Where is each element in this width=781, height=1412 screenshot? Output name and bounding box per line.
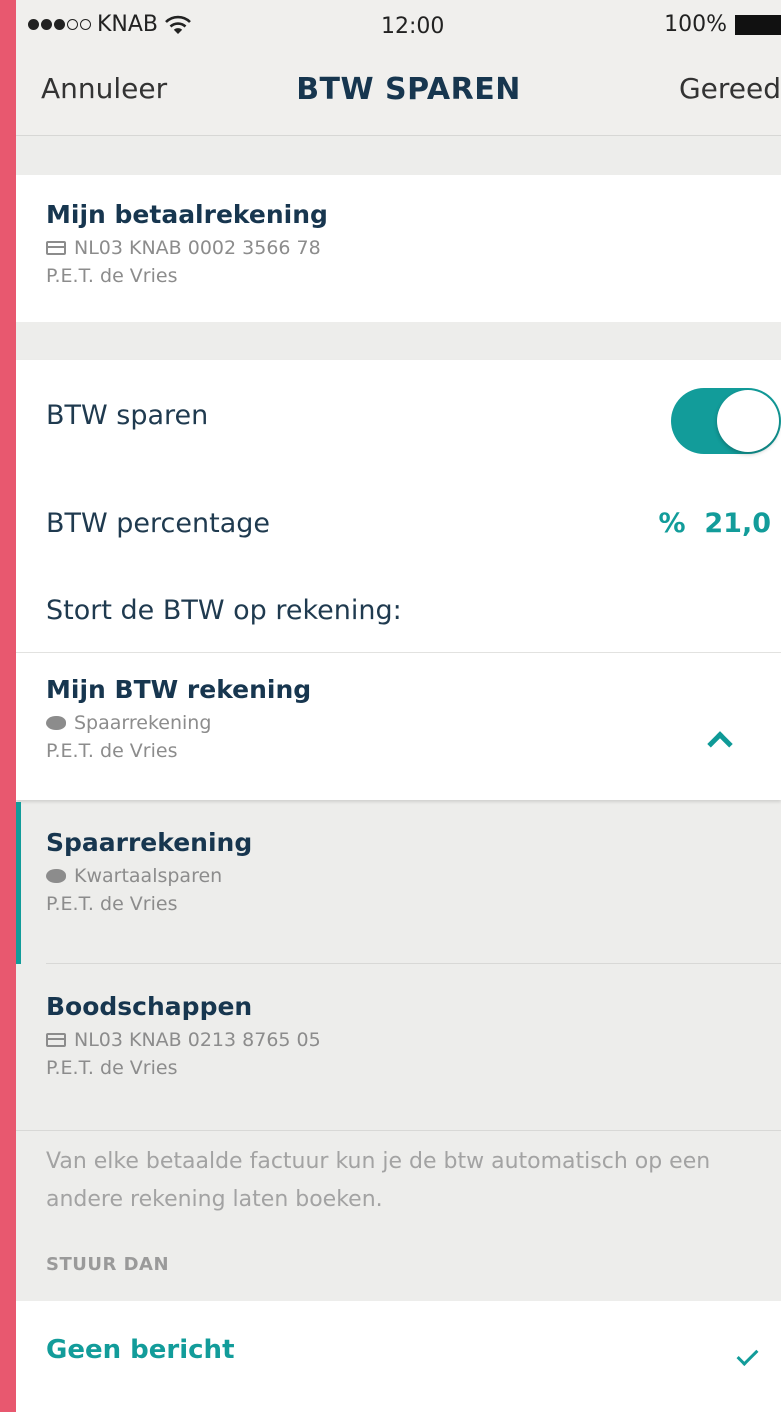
source-account-number-row: NL03 KNAB 0002 3566 78	[46, 237, 781, 259]
option-sub-row: NL03 KNAB 0213 8765 05	[46, 1029, 781, 1051]
wifi-icon	[165, 15, 191, 34]
btw-sparen-label: BTW sparen	[46, 400, 209, 431]
account-option-boodschappen[interactable]: Boodschappen NL03 KNAB 0213 8765 05 P.E.…	[16, 964, 781, 1130]
phone-screen: KNAB 12:00 100% Annuleer BTW SPAREN Gere…	[16, 0, 781, 1412]
target-account-selector[interactable]: Mijn BTW rekening Spaarrekening P.E.T. d…	[16, 653, 781, 800]
btw-percentage-value[interactable]: % 21,0	[659, 508, 772, 539]
option-sub: Kwartaalsparen	[74, 865, 223, 887]
target-account-owner: P.E.T. de Vries	[46, 740, 178, 762]
deposit-label: Stort de BTW op rekening:	[46, 595, 402, 626]
btw-sparen-toggle[interactable]	[671, 388, 781, 454]
clock: 12:00	[381, 14, 445, 39]
btw-percentage-label: BTW percentage	[46, 508, 271, 539]
piggy-bank-icon	[46, 716, 66, 730]
piggy-bank-icon	[46, 869, 66, 883]
option-sub: NL03 KNAB 0213 8765 05	[74, 1029, 321, 1051]
done-button[interactable]: Gereed	[679, 72, 781, 105]
notify-option-label: Geen bericht	[46, 1335, 235, 1365]
card-icon	[46, 1033, 66, 1047]
percent-sign: %	[658, 508, 686, 539]
option-owner: P.E.T. de Vries	[46, 893, 178, 915]
battery-percent: 100%	[664, 12, 727, 37]
source-account-number: NL03 KNAB 0002 3566 78	[74, 237, 321, 259]
percentage-number: 21,0	[704, 508, 771, 539]
target-account-type: Spaarrekening	[74, 712, 212, 734]
account-option-spaarrekening[interactable]: Spaarrekening Kwartaalsparen P.E.T. de V…	[16, 802, 781, 964]
status-bar: KNAB 12:00 100%	[16, 0, 781, 50]
signal-strength-icon	[28, 19, 91, 30]
option-title: Boodschappen	[46, 992, 253, 1021]
target-account-type-row: Spaarrekening	[46, 712, 781, 734]
option-owner: P.E.T. de Vries	[46, 1057, 178, 1079]
checkmark-icon	[736, 1344, 759, 1366]
battery-icon	[735, 14, 781, 35]
navigation-bar: Annuleer BTW SPAREN Gereed	[16, 50, 781, 136]
option-sub-row: Kwartaalsparen	[46, 865, 781, 887]
section-label-stuur-dan: STUUR DAN	[46, 1254, 170, 1275]
divider	[16, 1130, 781, 1131]
info-text: Van elke betaalde factuur kun je de btw …	[46, 1149, 711, 1212]
page-title: BTW SPAREN	[296, 72, 521, 107]
carrier-info: KNAB	[28, 12, 192, 37]
source-account-owner: P.E.T. de Vries	[46, 265, 178, 287]
source-account-card[interactable]: Mijn betaalrekening NL03 KNAB 0002 3566 …	[16, 175, 781, 322]
source-account-title: Mijn betaalrekening	[46, 200, 328, 229]
settings-card: BTW sparen BTW percentage % 21,0 Stort d…	[16, 360, 781, 800]
toggle-knob	[717, 390, 779, 452]
notify-option-row[interactable]: Geen bericht	[16, 1301, 781, 1412]
option-title: Spaarrekening	[46, 828, 253, 857]
battery-indicator: 100%	[664, 12, 781, 37]
card-icon	[46, 241, 66, 255]
carrier-name: KNAB	[97, 12, 159, 37]
target-account-title: Mijn BTW rekening	[46, 675, 312, 704]
selected-indicator	[16, 802, 21, 964]
